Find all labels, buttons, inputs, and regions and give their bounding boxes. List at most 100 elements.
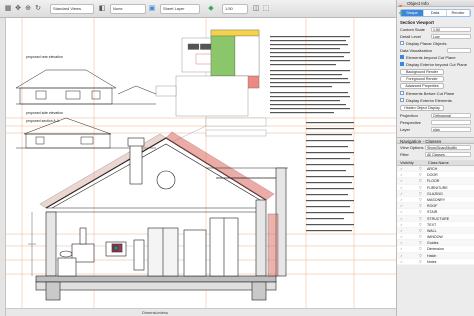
expand-icon[interactable]: ▽ [419, 240, 422, 245]
layer-select[interactable]: plan [431, 127, 471, 132]
expand-icon[interactable]: ▽ [419, 253, 422, 258]
class-name: FLOOR [427, 179, 440, 184]
planar-objects-checkbox[interactable] [400, 41, 404, 46]
drawing-canvas[interactable]: proposed rear elevation proposed side el… [6, 18, 396, 308]
class-name: STAIR [427, 210, 438, 215]
pan-tool-icon[interactable]: ✥ [14, 4, 22, 14]
expand-icon[interactable]: ▽ [419, 203, 422, 208]
rear-elevation-drawing [15, 69, 157, 105]
render-mode-icon[interactable]: ◆ [204, 4, 218, 14]
expand-icon[interactable]: ▽ [419, 228, 422, 233]
visible-check-icon[interactable]: ✓ [400, 197, 403, 202]
display-exterior-row: Display Exterior beyond Cut Plane [397, 61, 474, 68]
projection-select[interactable]: Orthogonal [431, 113, 471, 118]
visible-check-icon[interactable]: ✓ [400, 253, 403, 258]
layer-scale-field[interactable]: 1:50 [222, 4, 248, 14]
planar-objects-row: Display Planar Objects [397, 40, 474, 47]
visible-check-icon[interactable]: ✓ [400, 178, 403, 183]
rear-elevation-title: proposed rear elevation [26, 55, 63, 59]
visible-check-icon[interactable]: ✓ [400, 172, 403, 177]
data-visualization-field[interactable] [447, 48, 471, 53]
view-setting-icon[interactable]: ◧ [98, 4, 106, 14]
window-controls [399, 2, 406, 14]
display-exterior-checkbox[interactable] [400, 62, 404, 67]
exterior-elements-checkbox[interactable] [400, 98, 404, 103]
active-class-field[interactable]: None [110, 4, 146, 14]
filter-row: Filter All Classes [397, 151, 474, 158]
background-render-button[interactable]: Background Render [400, 69, 444, 75]
expand-icon[interactable]: ▽ [419, 216, 422, 221]
hidden-object-display-button[interactable]: Hidden Object Display [400, 105, 444, 111]
class-name: Guides [427, 241, 439, 246]
zoom-tool-icon[interactable]: ⊕ [24, 4, 32, 14]
visible-check-icon[interactable]: ✓ [400, 185, 403, 190]
visible-check-icon[interactable]: ✓ [400, 222, 403, 227]
navigation-classes-header: Navigation - Classes [397, 137, 474, 144]
visible-check-icon[interactable]: ✓ [400, 228, 403, 233]
expand-icon[interactable]: ▽ [419, 185, 422, 190]
tab-shape[interactable]: Shape [401, 10, 424, 16]
visible-check-icon[interactable]: ✓ [400, 246, 403, 251]
expand-icon[interactable]: ▽ [419, 178, 422, 183]
perspective-label: Perspective [400, 120, 421, 125]
expand-icon[interactable]: ▽ [419, 234, 422, 239]
perspective-field[interactable] [431, 120, 471, 125]
visible-check-icon[interactable]: ✓ [400, 216, 403, 221]
layer-row: Layer plan [397, 126, 474, 133]
expand-icon[interactable]: ▽ [419, 172, 422, 177]
visible-check-icon[interactable]: ✓ [400, 209, 403, 214]
projection-row: Projection Orthogonal [397, 112, 474, 119]
section-viewport-heading: Section Viewport [400, 20, 434, 25]
before-cut-plane-checkbox[interactable] [400, 91, 404, 96]
detail-level-select[interactable]: Low [431, 34, 471, 39]
expand-icon[interactable]: ▽ [419, 259, 422, 264]
class-name-column-header[interactable]: Class Name [425, 160, 449, 165]
saved-views-field[interactable]: Standard Views [50, 4, 94, 14]
class-name: WINDOW [427, 235, 443, 240]
exterior-elements-row: Display Exterior Elements [397, 97, 474, 104]
custom-scale-field[interactable]: 1:50 [431, 27, 471, 32]
filter-select[interactable]: All Classes [425, 152, 471, 157]
visible-check-icon[interactable]: ✓ [400, 203, 403, 208]
expand-icon[interactable]: ▽ [419, 166, 422, 171]
tab-data[interactable]: Data [424, 10, 447, 16]
beyond-cut-plane-label: Elements beyond Cut Plane [406, 55, 456, 60]
foreground-render-button[interactable]: Foreground Render [400, 76, 444, 82]
status-bar: Dimensionless [6, 308, 396, 316]
zoom-dot-icon[interactable] [399, 11, 402, 14]
rotate-view-icon[interactable]: ↻ [34, 4, 42, 14]
visibility-column-header[interactable]: Visibility [397, 160, 425, 165]
minimize-dot-icon[interactable] [401, 4, 405, 7]
beyond-cut-plane-checkbox[interactable] [400, 55, 404, 60]
visible-check-icon[interactable]: ✓ [400, 234, 403, 239]
selection-tool-icon[interactable]: ▦ [4, 4, 12, 14]
section-drawing [28, 131, 288, 301]
advanced-properties-button[interactable]: Advanced Properties [400, 83, 444, 89]
before-cut-plane-label: Elements Before Cut Plane [406, 91, 455, 96]
side-elevation-title: proposed side elevation [26, 111, 63, 115]
expand-icon[interactable]: ▽ [419, 246, 422, 251]
view-cube-icon[interactable]: ⬚ [262, 4, 270, 14]
expand-icon[interactable]: ▽ [419, 197, 422, 202]
visible-check-icon[interactable]: ✓ [400, 191, 403, 196]
class-options-icon[interactable]: ▣ [148, 4, 156, 14]
classes-list: ✓ ▽ ARCH ✓ ▽ DOOR ✓ ▽ FLOOR ✓ ▽ FURNITURE ✓ ▽ GLAZ… [397, 166, 474, 265]
class-name: GLAZING [427, 191, 443, 196]
view-options-select[interactable]: Show/Snap/Modify [425, 145, 471, 150]
active-layer-field[interactable]: Sheet Layer [160, 4, 200, 14]
class-row[interactable]: ✓ ▽ Notes [397, 258, 474, 265]
svg-text:▓▓▓ ▓▓▓: ▓▓▓ ▓▓▓ [188, 43, 212, 50]
class-name: Notes [427, 259, 437, 264]
expand-icon[interactable]: ▽ [419, 191, 422, 196]
visible-check-icon[interactable]: ✓ [400, 240, 403, 245]
expand-icon[interactable]: ▽ [419, 209, 422, 214]
projection-icon[interactable]: ◫ [252, 4, 260, 14]
visible-check-icon[interactable]: ✓ [400, 259, 403, 264]
data-visualization-row: Data Visualization [397, 47, 474, 54]
class-name: DOOR [427, 173, 438, 178]
view-options-row: View Options Show/Snap/Modify [397, 144, 474, 151]
expand-icon[interactable]: ▽ [419, 222, 422, 227]
visible-check-icon[interactable]: ✓ [400, 166, 403, 171]
app-window: ▦ ✥ ⊕ ↻ Standard Views ◧ None ▣ Sheet La… [0, 0, 474, 316]
tab-render[interactable]: Render [447, 10, 470, 16]
